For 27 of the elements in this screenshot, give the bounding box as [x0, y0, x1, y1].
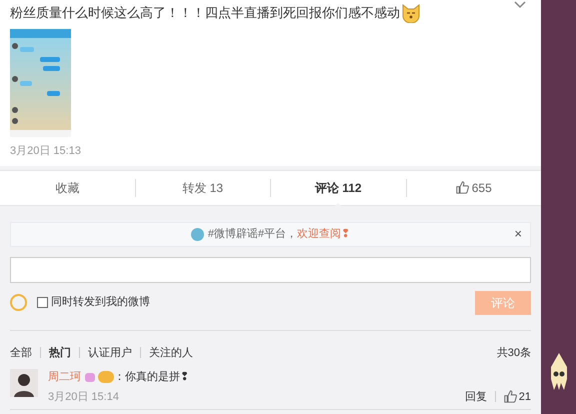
action-tab[interactable]: 转发 13 — [182, 178, 224, 196]
filter-tab[interactable]: 全部 — [10, 344, 32, 361]
info-icon — [190, 228, 204, 240]
comment-input[interactable] — [10, 256, 531, 282]
post-time: 3月20日 15:13 — [10, 144, 81, 159]
avatar[interactable] — [10, 369, 38, 397]
filter-tab[interactable]: 热门 — [49, 344, 71, 361]
squid-mascot-icon[interactable] — [548, 352, 570, 392]
filter-tab[interactable]: 认证用户 — [88, 344, 132, 361]
comment-time: 3月20日 15:14 — [48, 390, 119, 404]
filter-tab[interactable]: 关注的人 — [149, 344, 193, 361]
like-button[interactable]: 655 — [456, 178, 492, 196]
cat-emoji-icon — [401, 3, 421, 23]
action-tab[interactable]: 评论 112 — [314, 178, 362, 196]
comment-total: 共30条 — [496, 346, 531, 360]
repost-label: 同时转发到我的微博 — [51, 295, 150, 310]
close-button[interactable]: × — [514, 224, 522, 244]
like-button[interactable]: 21 — [504, 388, 531, 405]
repost-checkbox[interactable] — [37, 297, 48, 308]
post-text: 粉丝质量什么时候这么高了！！！四点半直播到死回报你们感不感动 — [10, 4, 400, 22]
comment-text: ：你真的是拼❢ — [114, 370, 189, 385]
action-tab[interactable]: 收藏 — [55, 178, 80, 196]
reply-link[interactable]: 回复 — [464, 388, 487, 405]
thumbs-up-icon — [504, 390, 517, 404]
chevron-down-icon[interactable] — [513, 0, 527, 10]
thumbs-up-icon — [456, 181, 469, 194]
notice-text: #微博辟谣#平台， — [208, 226, 298, 242]
